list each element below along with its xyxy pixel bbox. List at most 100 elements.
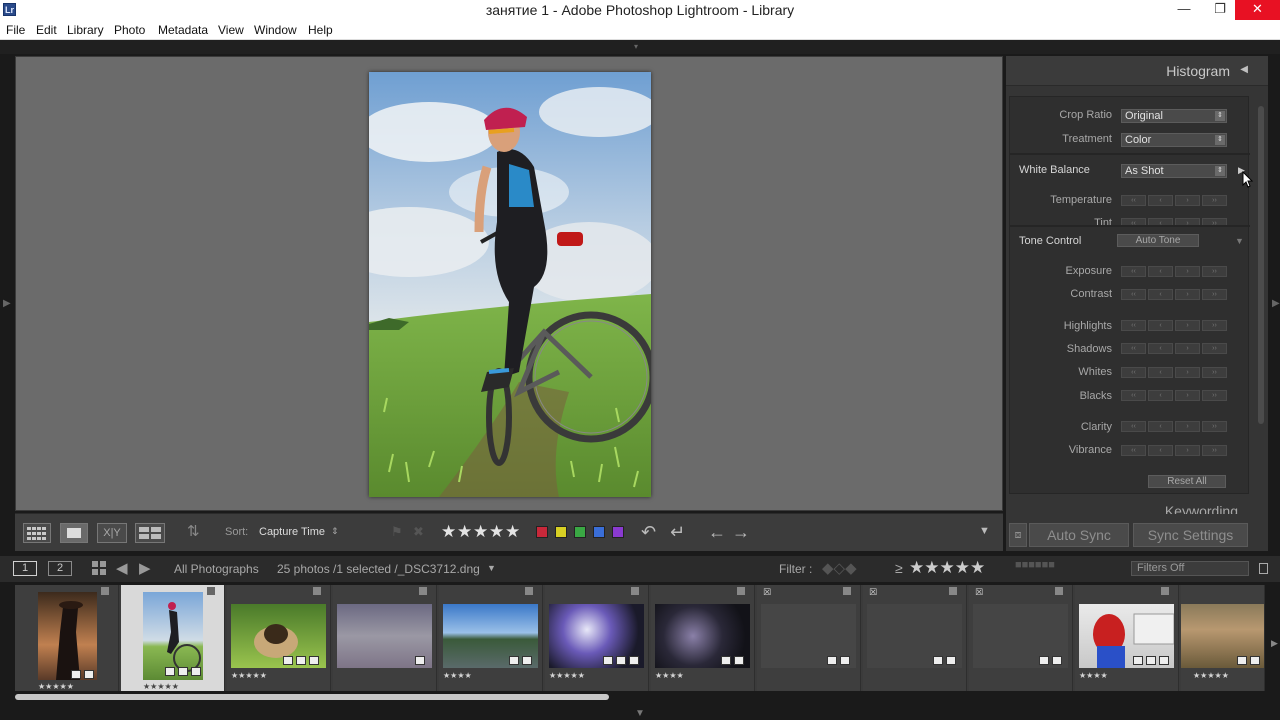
shadows-increase-large[interactable]: ››: [1202, 343, 1227, 354]
menu-edit[interactable]: Edit: [36, 23, 57, 37]
color-label-red[interactable]: [536, 526, 548, 538]
tint-decrease[interactable]: ‹: [1148, 218, 1173, 225]
contrast-decrease-large[interactable]: ‹‹: [1121, 289, 1146, 300]
right-panel-scrollbar[interactable]: [1258, 106, 1264, 424]
left-panel-toggle-icon[interactable]: ▶: [3, 298, 11, 309]
whites-buttons[interactable]: ‹‹ ‹ › ››: [1121, 367, 1227, 378]
forward-arrow-icon[interactable]: ▶: [139, 559, 151, 577]
right-panel-toggle-icon[interactable]: ▶: [1272, 298, 1280, 309]
grid-view-icon[interactable]: [92, 561, 106, 575]
menu-library[interactable]: Library: [67, 23, 104, 37]
rating-star-2[interactable]: ★: [457, 522, 472, 542]
rating-operator[interactable]: ≥: [895, 560, 903, 576]
whites-increase[interactable]: ›: [1175, 367, 1200, 378]
blacks-decrease[interactable]: ‹: [1148, 390, 1173, 401]
filter-rating-stars[interactable]: ★★★★★: [909, 558, 985, 578]
menu-view[interactable]: View: [218, 23, 244, 37]
white-balance-select[interactable]: As Shot ⇕: [1121, 164, 1227, 178]
primary-display-button[interactable]: 1: [13, 561, 37, 576]
temperature-decrease-large[interactable]: ‹‹: [1121, 195, 1146, 206]
restore-button[interactable]: ❐: [1205, 0, 1235, 20]
blacks-decrease-large[interactable]: ‹‹: [1121, 390, 1146, 401]
temperature-increase[interactable]: ›: [1175, 195, 1200, 206]
top-panel-collapsed[interactable]: ▾: [0, 40, 1280, 54]
clarity-increase-large[interactable]: ››: [1202, 421, 1227, 432]
tint-increase[interactable]: ›: [1175, 218, 1200, 225]
exposure-decrease[interactable]: ‹: [1148, 266, 1173, 277]
menu-window[interactable]: Window: [254, 23, 297, 37]
tone-control-collapse-icon[interactable]: ▼: [1235, 236, 1244, 246]
auto-tone-button[interactable]: Auto Tone: [1117, 234, 1199, 247]
color-label-blue[interactable]: [593, 526, 605, 538]
rating-star-5[interactable]: ★: [505, 522, 520, 542]
exposure-increase-large[interactable]: ››: [1202, 266, 1227, 277]
shadows-decrease-large[interactable]: ‹‹: [1121, 343, 1146, 354]
filmstrip-thumb-rejected[interactable]: ☒: [969, 585, 1073, 691]
loupe-view-button[interactable]: [60, 523, 88, 543]
toolbar-menu-chevron-icon[interactable]: ▼: [979, 525, 990, 537]
minimize-button[interactable]: —: [1169, 0, 1199, 20]
shadows-buttons[interactable]: ‹‹ ‹ › ››: [1121, 343, 1227, 354]
tint-buttons[interactable]: ‹‹ ‹ › ››: [1121, 218, 1227, 225]
filmstrip-thumb[interactable]: ★★★★★: [1181, 585, 1265, 691]
color-label-green[interactable]: [574, 526, 586, 538]
filmstrip-thumb[interactable]: ★★★★★: [545, 585, 649, 691]
filmstrip-thumb[interactable]: [333, 585, 437, 691]
highlights-decrease-large[interactable]: ‹‹: [1121, 320, 1146, 331]
clarity-buttons[interactable]: ‹‹ ‹ › ››: [1121, 421, 1227, 432]
menu-metadata[interactable]: Metadata: [158, 23, 208, 37]
rotate-right-icon[interactable]: ↵: [670, 522, 685, 543]
filter-color-labels-icon[interactable]: ■■■■■■: [1015, 559, 1055, 571]
whites-decrease-large[interactable]: ‹‹: [1121, 367, 1146, 378]
rating-star-1[interactable]: ★: [441, 522, 456, 542]
compare-view-button[interactable]: X|Y: [97, 523, 127, 543]
keywording-header-clipped[interactable]: Keywording: [1006, 502, 1268, 514]
shadows-decrease[interactable]: ‹: [1148, 343, 1173, 354]
shadows-increase[interactable]: ›: [1175, 343, 1200, 354]
temperature-decrease[interactable]: ‹: [1148, 195, 1173, 206]
highlights-increase-large[interactable]: ››: [1202, 320, 1227, 331]
filmstrip-thumb-rejected[interactable]: ☒: [757, 585, 861, 691]
rating-star-3[interactable]: ★: [473, 522, 488, 542]
filmstrip-thumb[interactable]: ★★★★: [651, 585, 755, 691]
vibrance-increase-large[interactable]: ››: [1202, 445, 1227, 456]
rating-star-4[interactable]: ★: [489, 522, 504, 542]
back-arrow-icon[interactable]: ◀: [116, 559, 128, 577]
filmstrip-thumb[interactable]: ★★★★★: [15, 585, 119, 691]
clarity-increase[interactable]: ›: [1175, 421, 1200, 432]
filmstrip-thumb-selected[interactable]: ★★★★★: [121, 585, 225, 691]
filter-flags-icon[interactable]: ◆◇◆: [822, 559, 857, 577]
vibrance-decrease-large[interactable]: ‹‹: [1121, 445, 1146, 456]
photo-count-text[interactable]: 25 photos /1 selected /_DSC3712.dng: [277, 562, 480, 576]
menu-photo[interactable]: Photo: [114, 23, 145, 37]
exposure-increase[interactable]: ›: [1175, 266, 1200, 277]
survey-view-button[interactable]: [135, 523, 165, 543]
secondary-display-button[interactable]: 2: [48, 561, 72, 576]
whites-decrease[interactable]: ‹: [1148, 367, 1173, 378]
temperature-increase-large[interactable]: ››: [1202, 195, 1227, 206]
temperature-buttons[interactable]: ‹‹ ‹ › ››: [1121, 195, 1227, 206]
source-dropdown-icon[interactable]: ▼: [487, 563, 496, 573]
flag-pick-icon[interactable]: ⚑: [391, 524, 403, 540]
whites-increase-large[interactable]: ››: [1202, 367, 1227, 378]
color-label-yellow[interactable]: [555, 526, 567, 538]
highlights-buttons[interactable]: ‹‹ ‹ › ››: [1121, 320, 1227, 331]
filmstrip-scroll-right-icon[interactable]: ▶: [1271, 638, 1278, 649]
bottom-panel-toggle-icon[interactable]: ▼: [635, 708, 645, 719]
exposure-decrease-large[interactable]: ‹‹: [1121, 266, 1146, 277]
filmstrip-thumb[interactable]: ★★★★: [439, 585, 543, 691]
reset-all-button[interactable]: Reset All: [1148, 475, 1226, 488]
sort-chevron-icon[interactable]: ⇕: [331, 526, 339, 537]
filter-lock-icon[interactable]: [1259, 563, 1268, 574]
highlights-decrease[interactable]: ‹: [1148, 320, 1173, 331]
flag-reject-icon[interactable]: ✖: [413, 524, 424, 540]
previous-photo-icon[interactable]: ←: [708, 522, 726, 543]
rotate-left-icon[interactable]: ↶: [641, 522, 656, 543]
treatment-select[interactable]: Color ⇕: [1121, 133, 1227, 147]
filters-preset-select[interactable]: Filters Off: [1131, 561, 1249, 576]
contrast-increase-large[interactable]: ››: [1202, 289, 1227, 300]
filmstrip-thumb-rejected[interactable]: ☒: [863, 585, 967, 691]
color-label-purple[interactable]: [612, 526, 624, 538]
sync-settings-button[interactable]: Sync Settings: [1133, 523, 1248, 547]
vibrance-decrease[interactable]: ‹: [1148, 445, 1173, 456]
